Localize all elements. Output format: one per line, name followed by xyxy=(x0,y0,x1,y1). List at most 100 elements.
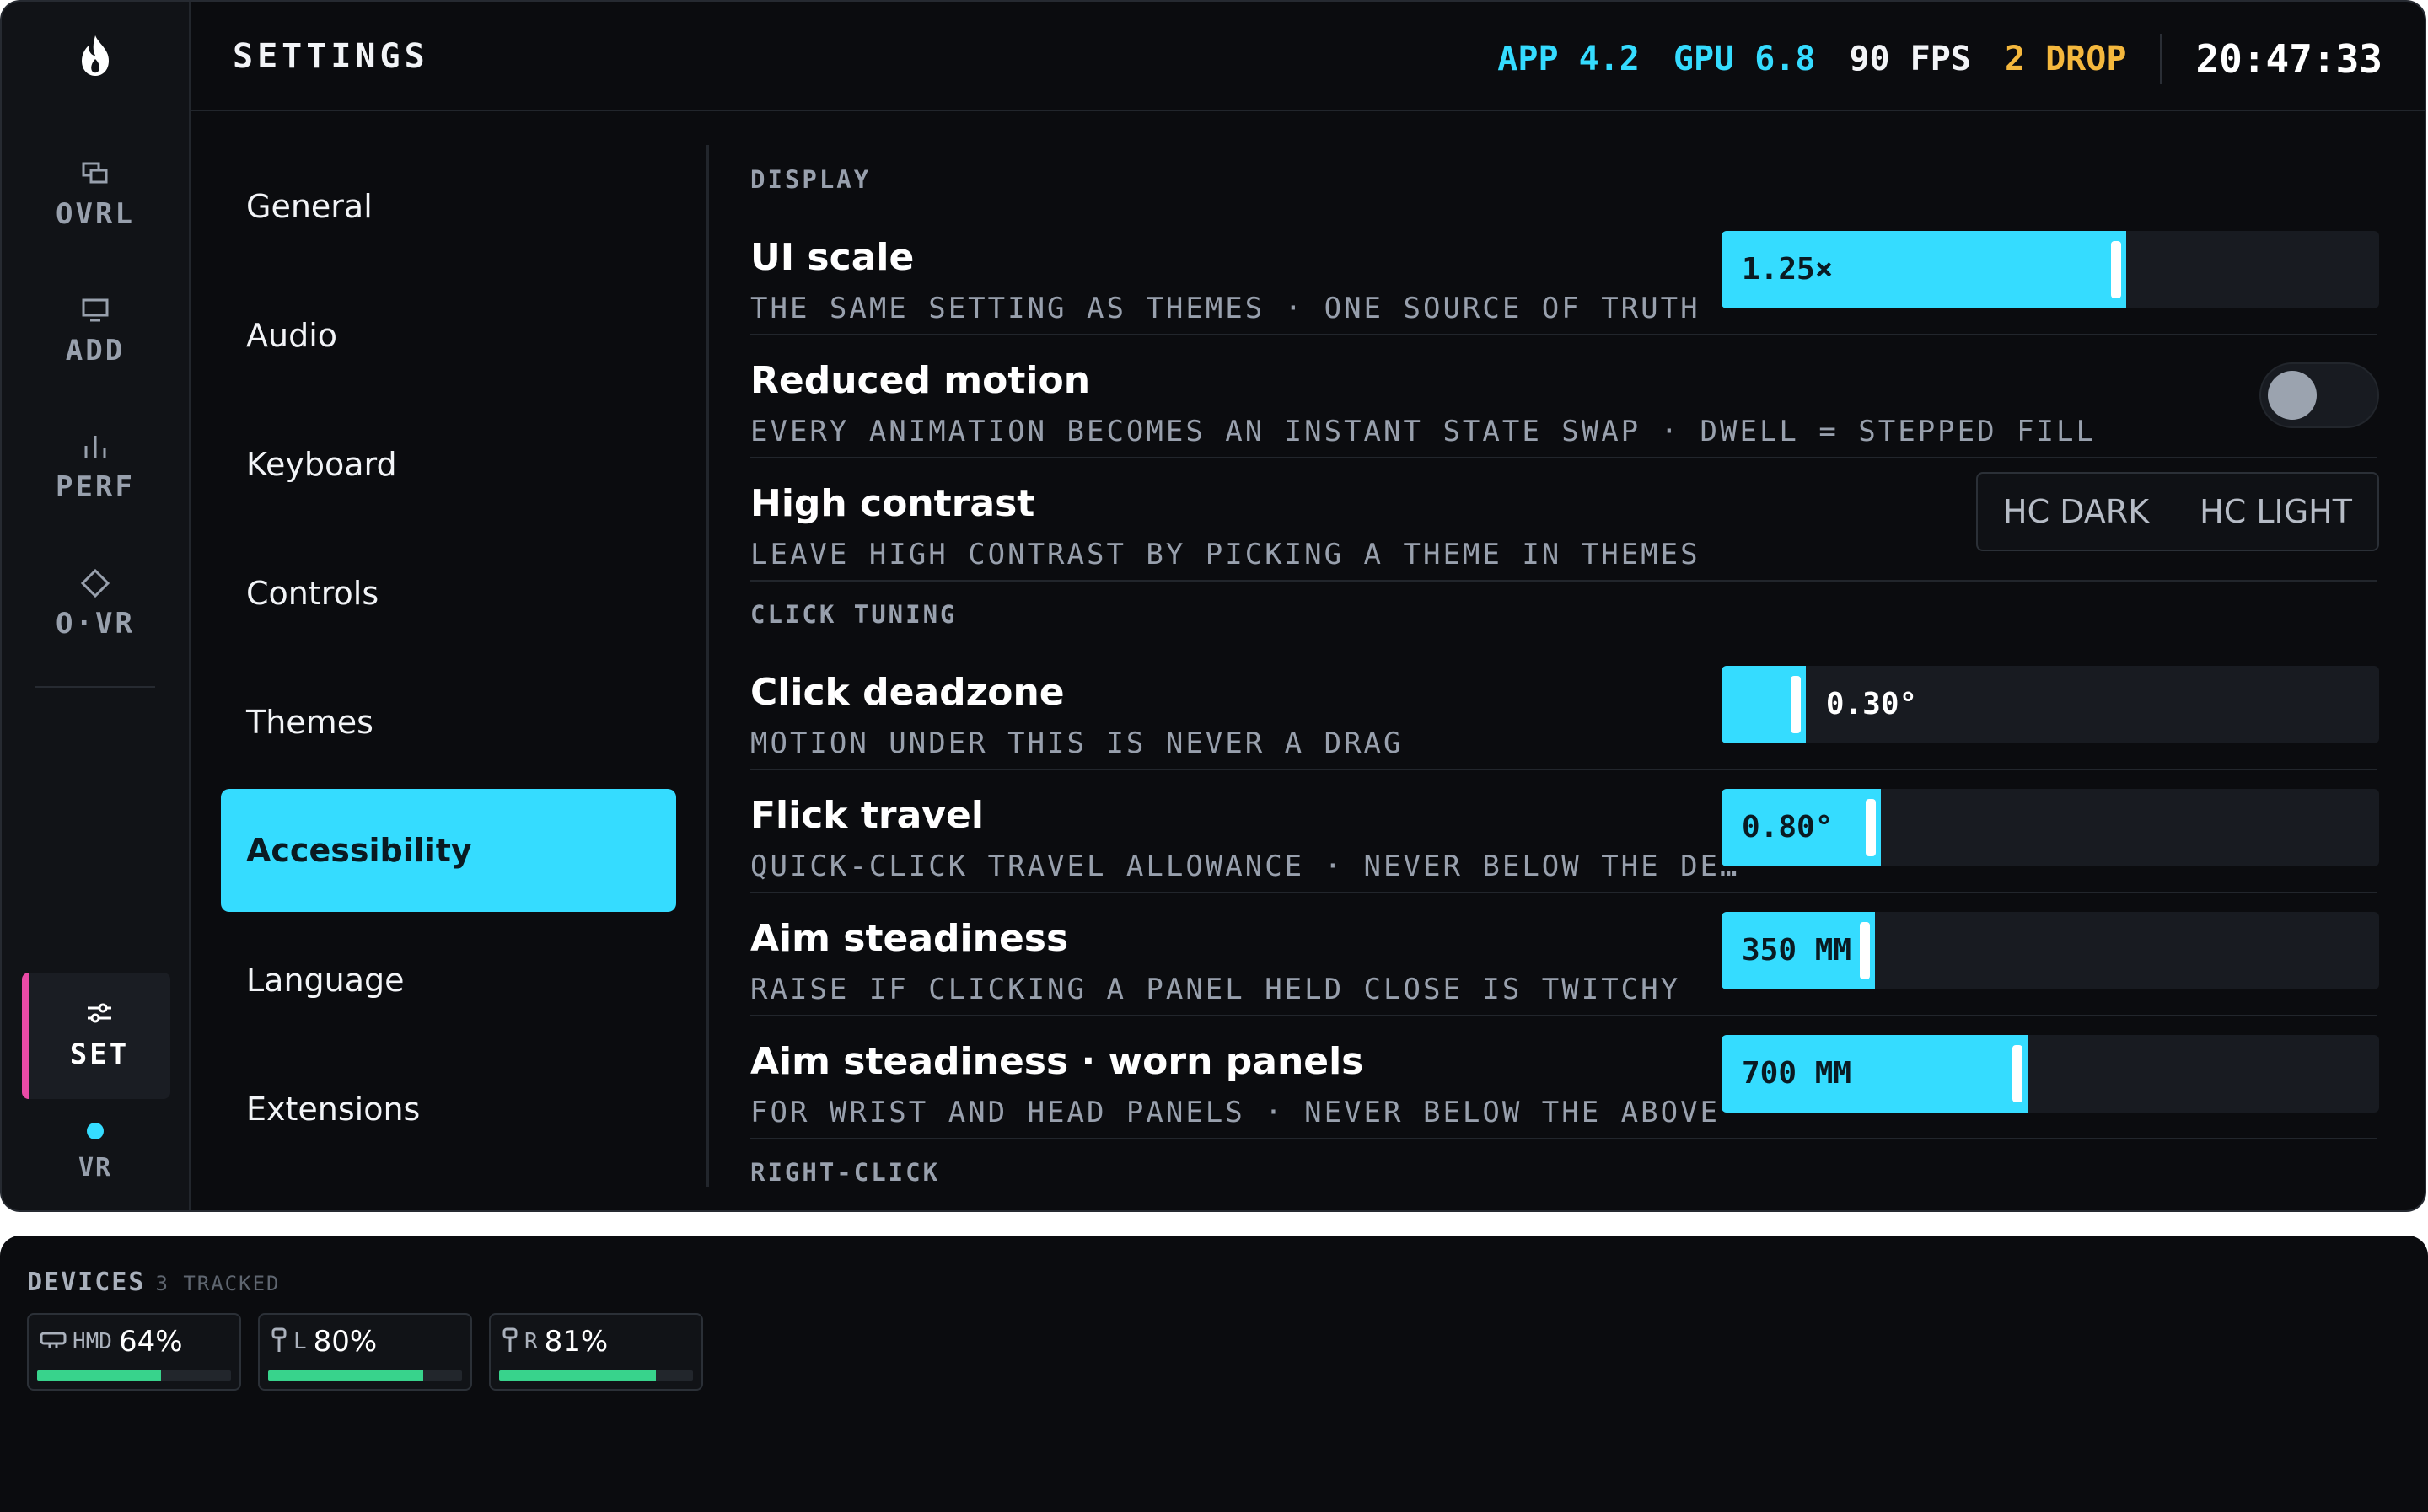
setting-description: MOTION UNDER THIS IS NEVER A DRAG xyxy=(750,727,1404,760)
page-title: SETTINGS xyxy=(233,37,429,76)
device-name: HMD xyxy=(73,1329,112,1354)
setting-description: EVERY ANIMATION BECOMES AN INSTANT STATE… xyxy=(750,415,2096,448)
rail-label: O·VR xyxy=(56,607,135,641)
vr-status-dot-icon xyxy=(87,1123,104,1139)
toggle-knob xyxy=(2268,371,2317,420)
section-click-tuning: CLICK TUNING xyxy=(750,600,958,629)
rail-item-ovrl[interactable]: OVRL xyxy=(2,143,189,244)
setting-flick-travel: Flick travel QUICK-CLICK TRAVEL ALLOWANC… xyxy=(750,770,2379,893)
overlay-icon xyxy=(81,157,110,190)
top-bar: SETTINGS APP 4.2 GPU 6.8 90 FPS 2 DROP 2… xyxy=(191,2,2425,111)
nav-item-keyboard[interactable]: Keyboard xyxy=(221,403,676,526)
setting-ui-scale: UI scale THE SAME SETTING AS THEMES · ON… xyxy=(750,212,2379,335)
bar-chart-icon xyxy=(81,430,110,464)
slider-thumb[interactable] xyxy=(1859,922,1870,979)
monitor-icon xyxy=(81,293,110,327)
battery-fill xyxy=(268,1370,423,1381)
device-card-hmd[interactable]: HMD 64% xyxy=(27,1313,241,1391)
aim-worn-slider[interactable]: 700 MM xyxy=(1722,1035,2379,1113)
setting-description: THE SAME SETTING AS THEMES · ONE SOURCE … xyxy=(750,292,1700,325)
drop-stat: 2 DROP xyxy=(2004,40,2127,78)
high-contrast-options: HC DARK HC LIGHT xyxy=(1976,472,2379,551)
section-right-click: RIGHT-CLICK xyxy=(750,1158,941,1187)
vr-status[interactable]: VR xyxy=(2,1123,189,1182)
sliders-icon xyxy=(85,1000,114,1029)
slider-thumb[interactable] xyxy=(1865,799,1876,856)
controller-icon xyxy=(270,1327,288,1357)
battery-bar xyxy=(499,1370,693,1381)
nav-item-language[interactable]: Language xyxy=(221,919,676,1042)
setting-title: Aim steadiness · worn panels xyxy=(750,1040,1364,1083)
setting-title: Reduced motion xyxy=(750,359,1091,402)
setting-aim-steadiness-worn: Aim steadiness · worn panels FOR WRIST A… xyxy=(750,1016,2379,1139)
device-battery: 64% xyxy=(118,1325,183,1359)
rail-label: OVRL xyxy=(56,197,135,231)
nav-item-controls[interactable]: Controls xyxy=(221,532,676,655)
controller-icon xyxy=(501,1327,519,1357)
setting-description: RAISE IF CLICKING A PANEL HELD CLOSE IS … xyxy=(750,973,1681,1006)
rail-divider xyxy=(35,686,155,688)
rail-item-perf[interactable]: PERF xyxy=(2,416,189,517)
device-name: L xyxy=(293,1329,307,1354)
setting-aim-steadiness: Aim steadiness RAISE IF CLICKING A PANEL… xyxy=(750,893,2379,1016)
headset-icon xyxy=(39,1330,67,1354)
slider-thumb[interactable] xyxy=(2012,1045,2023,1102)
device-card-left[interactable]: L 80% xyxy=(258,1313,472,1391)
reduced-motion-toggle[interactable] xyxy=(2259,362,2379,428)
nav-item-themes[interactable]: Themes xyxy=(221,661,676,784)
slider-value: 350 MM xyxy=(1742,933,1852,968)
nav-item-general[interactable]: General xyxy=(221,145,676,268)
devices-count: 3 TRACKED xyxy=(155,1272,281,1295)
setting-title: High contrast xyxy=(750,482,1035,525)
rail-item-ovr[interactable]: O·VR xyxy=(2,553,189,654)
nav-item-extensions[interactable]: Extensions xyxy=(221,1048,676,1171)
app-stat: APP 4.2 xyxy=(1497,40,1640,78)
section-display: DISPLAY xyxy=(750,165,872,194)
gpu-stat: GPU 6.8 xyxy=(1673,40,1816,78)
clock: 20:47:33 xyxy=(2195,36,2382,82)
diamond-icon xyxy=(80,566,110,600)
flame-logo-icon xyxy=(2,34,189,84)
slider-value: 700 MM xyxy=(1742,1056,1852,1091)
left-rail: OVRL ADD PERF O·VR SET VR xyxy=(2,2,191,1210)
click-deadzone-slider[interactable]: 0.30° xyxy=(1722,666,2379,743)
flick-travel-slider[interactable]: 0.80° xyxy=(1722,789,2379,866)
hc-light-button[interactable]: HC LIGHT xyxy=(2200,493,2352,530)
rail-item-set[interactable]: SET xyxy=(22,973,170,1099)
battery-fill xyxy=(499,1370,657,1381)
battery-bar xyxy=(37,1370,231,1381)
rail-item-add[interactable]: ADD xyxy=(2,280,189,381)
setting-description: QUICK-CLICK TRAVEL ALLOWANCE · NEVER BEL… xyxy=(750,850,1740,883)
fps-stat: 90 FPS xyxy=(1849,40,1971,78)
setting-description: LEAVE HIGH CONTRAST BY PICKING A THEME I… xyxy=(750,538,1700,571)
device-card-right[interactable]: R 81% xyxy=(489,1313,703,1391)
setting-high-contrast: High contrast LEAVE HIGH CONTRAST BY PIC… xyxy=(750,458,2379,582)
nav-item-accessibility[interactable]: Accessibility xyxy=(221,789,676,912)
slider-thumb[interactable] xyxy=(2110,241,2121,298)
device-battery: 81% xyxy=(544,1325,609,1359)
setting-title: UI scale xyxy=(750,236,915,279)
settings-content: DISPLAY UI scale THE SAME SETTING AS THE… xyxy=(750,111,2379,1210)
aim-steadiness-slider[interactable]: 350 MM xyxy=(1722,912,2379,989)
slider-value: 0.30° xyxy=(1825,687,1918,721)
ui-scale-slider[interactable]: 1.25× xyxy=(1722,231,2379,308)
setting-description: FOR WRIST AND HEAD PANELS · NEVER BELOW … xyxy=(750,1096,1721,1129)
hc-dark-button[interactable]: HC DARK xyxy=(2003,493,2149,530)
setting-title: Click deadzone xyxy=(750,671,1065,714)
rail-label: SET xyxy=(69,1037,130,1071)
settings-nav: General Audio Keyboard Controls Themes A… xyxy=(191,111,706,1210)
slider-value: 1.25× xyxy=(1742,252,1834,287)
nav-divider xyxy=(706,145,709,1187)
stats-divider xyxy=(2160,34,2162,84)
slider-thumb[interactable] xyxy=(1790,676,1801,733)
battery-bar xyxy=(268,1370,462,1381)
rail-label: PERF xyxy=(56,470,135,504)
main-window: OVRL ADD PERF O·VR SET VR SETTINGS APP 4… xyxy=(0,0,2426,1212)
slider-value: 0.80° xyxy=(1742,810,1834,844)
rail-label: ADD xyxy=(65,334,126,367)
vr-status-label: VR xyxy=(78,1153,113,1182)
setting-click-deadzone: Click deadzone MOTION UNDER THIS IS NEVE… xyxy=(750,647,2379,770)
setting-title: Flick travel xyxy=(750,794,984,837)
device-name: R xyxy=(524,1329,538,1354)
nav-item-audio[interactable]: Audio xyxy=(221,274,676,397)
